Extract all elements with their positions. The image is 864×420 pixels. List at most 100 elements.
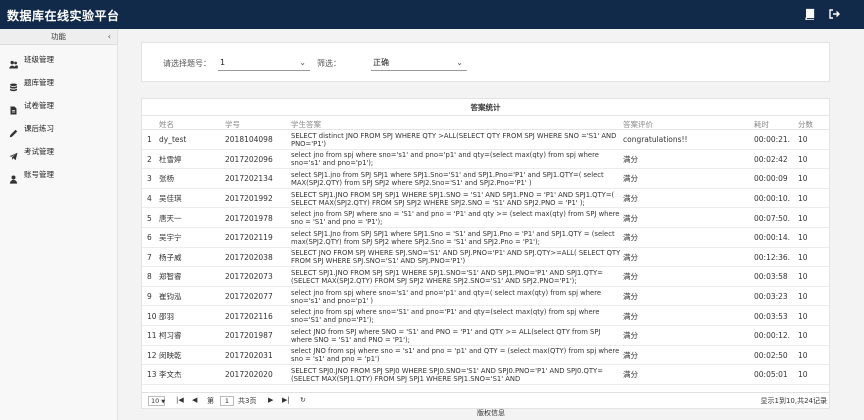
table-title: 答案统计 (142, 99, 829, 116)
time-used: 00:07:50. (754, 213, 791, 223)
answer-eval: 满分 (623, 154, 638, 164)
sidebar-item-label: 试卷管理 (24, 101, 54, 110)
col-header-score[interactable]: 分数 (798, 119, 813, 130)
sidebar-item-exam[interactable]: 考试管理 (0, 140, 117, 163)
app-title: 数据库在线实验平台 (7, 9, 120, 23)
table-row[interactable]: 2 杜雪婷 2017202096 select jno from spj where … (142, 150, 829, 170)
student-answer: SELECT SPJ1.JNO FROM SPJ SPJ1 WHERE SPJ1… (291, 190, 615, 207)
sidebar-item-label: 账号管理 (24, 170, 54, 179)
row-index: 8 (147, 272, 152, 282)
student-name: 吴佳琪 (159, 194, 182, 204)
student-name: 张杨 (159, 174, 174, 184)
last-page-icon[interactable]: ▶| (282, 396, 290, 404)
score: 10 (798, 370, 808, 380)
page-size-value: 10 (151, 397, 160, 405)
user-icon (9, 170, 18, 184)
answer-eval: 满分 (623, 331, 638, 341)
student-answer: select jno from spj where sno='S1' and p… (291, 308, 600, 325)
collapse-chevron-icon[interactable]: ‹ (108, 29, 111, 45)
col-header-name[interactable]: 姓名 (159, 119, 174, 130)
score: 10 (798, 213, 808, 223)
row-index: 6 (147, 233, 152, 243)
answer-eval: 满分 (623, 174, 638, 184)
table-row[interactable]: 13 李文杰 2017202020 SELECT SPJ0.JNO FROM SPJ … (142, 365, 829, 385)
col-header-eval[interactable]: 答案评价 (623, 119, 653, 130)
student-name: 杜雪婷 (159, 154, 182, 164)
logout-icon[interactable] (828, 8, 840, 20)
row-index: 13 (147, 370, 157, 380)
sidebar-item-label: 题库管理 (24, 78, 54, 87)
chevron-down-icon: ⌄ (299, 58, 306, 67)
sidebar-item-paper[interactable]: 试卷管理 (0, 94, 117, 117)
score: 10 (798, 154, 808, 164)
question-label: 请选择题号： (163, 59, 211, 68)
student-id: 2017202116 (225, 311, 273, 321)
table-row[interactable]: 3 张杨 2017202134 select SPJ1.jno from SPJ SP… (142, 169, 829, 189)
answer-eval: 满分 (623, 311, 638, 321)
score: 10 (798, 174, 808, 184)
first-page-icon[interactable]: |◀ (176, 396, 184, 404)
student-answer: SELECT distinct JNO FROM SPJ WHERE QTY >… (291, 131, 617, 148)
top-bar: 数据库在线实验平台 (0, 0, 864, 29)
table-row[interactable]: 4 吴佳琪 2017201992 SELECT SPJ1.JNO FROM SPJ S… (142, 189, 829, 209)
table-row[interactable]: 11 柯习睿 2017201987 select JNO from SPJ where… (142, 326, 829, 346)
page-number-input[interactable]: 1 (220, 396, 234, 406)
student-answer: SELECT JNO FROM SPJ WHERE SPJ.SNO='S1' A… (291, 249, 621, 266)
student-answer: select SPJ1.jno from SPJ SPJ1 where SPJ1… (291, 170, 604, 187)
score: 10 (798, 135, 808, 145)
answer-eval: 满分 (623, 233, 638, 243)
send-icon (9, 147, 18, 161)
filter-label: 筛选： (317, 59, 341, 68)
pencil-icon (9, 124, 18, 138)
table-row[interactable]: 8 郑智睿 2017202073 SELECT SPJ1.JNO FROM SPJ S… (142, 267, 829, 287)
score: 10 (798, 331, 808, 341)
student-answer: select SPJ1.Jno from SPJ SPJ1 where SPJ1… (291, 229, 615, 246)
student-answer: select JNO from spj where sno = 's1' and… (291, 347, 620, 364)
row-index: 11 (147, 331, 157, 341)
col-header-time[interactable]: 耗时 (754, 119, 769, 130)
score: 10 (798, 252, 808, 262)
student-id: 2017201987 (225, 331, 273, 341)
refresh-icon[interactable]: ↻ (300, 396, 306, 404)
sidebar-item-question-bank[interactable]: 题库管理 (0, 71, 117, 94)
table-row[interactable]: 7 杨子威 2017202038 SELECT JNO FROM SPJ WHERE … (142, 248, 829, 268)
time-used: 00:03:53 (754, 311, 788, 321)
table-row[interactable]: 5 唐天一 2017201978 select jno from SPJ where … (142, 208, 829, 228)
table-row[interactable]: 10 邵羽 2017202116 select jno from spj where … (142, 306, 829, 326)
sidebar-header: 功能 ‹ (0, 29, 117, 45)
next-page-icon[interactable]: ▶ (268, 396, 273, 404)
footer-copyright: 版权信息 (477, 409, 505, 417)
page-size-select[interactable]: 10 ▼ (148, 396, 165, 406)
prev-page-icon[interactable]: ◀ (192, 396, 197, 404)
student-id: 2017202038 (225, 252, 273, 262)
sidebar-item-class[interactable]: 班级管理 (0, 48, 117, 71)
time-used: 00:03:58 (754, 272, 788, 282)
sidebar-item-label: 考试管理 (24, 147, 54, 156)
answer-eval: 满分 (623, 272, 638, 282)
student-id: 2017202096 (225, 154, 273, 164)
table-row[interactable]: 12 闵映乾 2017202031 select JNO from spj where… (142, 346, 829, 366)
question-select[interactable]: 1 ⌄ (218, 54, 310, 71)
col-header-sid[interactable]: 学号 (225, 119, 240, 130)
score: 10 (798, 233, 808, 243)
book-icon[interactable] (804, 8, 816, 21)
student-answer: select jno from spj where sno='s1' and p… (291, 288, 602, 305)
table-row[interactable]: 9 崔钧泓 2017202077 select jno from spj where … (142, 287, 829, 307)
table-row[interactable]: 6 吴宇宁 2017202119 select SPJ1.Jno from SPJ S… (142, 228, 829, 248)
pagination-bar: 10 ▼ |◀ ◀ 第 1 共3页 ▶ ▶| ↻ 显示1到10,共24记录 (142, 392, 829, 408)
row-index: 10 (147, 311, 157, 321)
answer-stats-panel: 答案统计 姓名 学号 学生答案 答案评价 耗时 分数 1 dy_test 20181… (141, 98, 830, 409)
filter-select[interactable]: 正确 ⌄ (371, 54, 467, 71)
chevron-down-icon: ⌄ (456, 58, 463, 67)
sidebar-item-practice[interactable]: 课后练习 (0, 117, 117, 140)
student-name: 郑智睿 (159, 272, 182, 282)
file-icon (9, 101, 18, 115)
time-used: 00:02:50 (754, 350, 788, 360)
student-name: 邵羽 (159, 311, 174, 321)
sidebar-item-account[interactable]: 账号管理 (0, 163, 117, 186)
student-name: dy_test (159, 135, 187, 145)
score: 10 (798, 194, 808, 204)
col-header-answer[interactable]: 学生答案 (291, 119, 321, 130)
student-id: 2017202119 (225, 233, 273, 243)
table-row[interactable]: 1 dy_test 2018104098 SELECT distinct JNO FR… (142, 130, 829, 150)
